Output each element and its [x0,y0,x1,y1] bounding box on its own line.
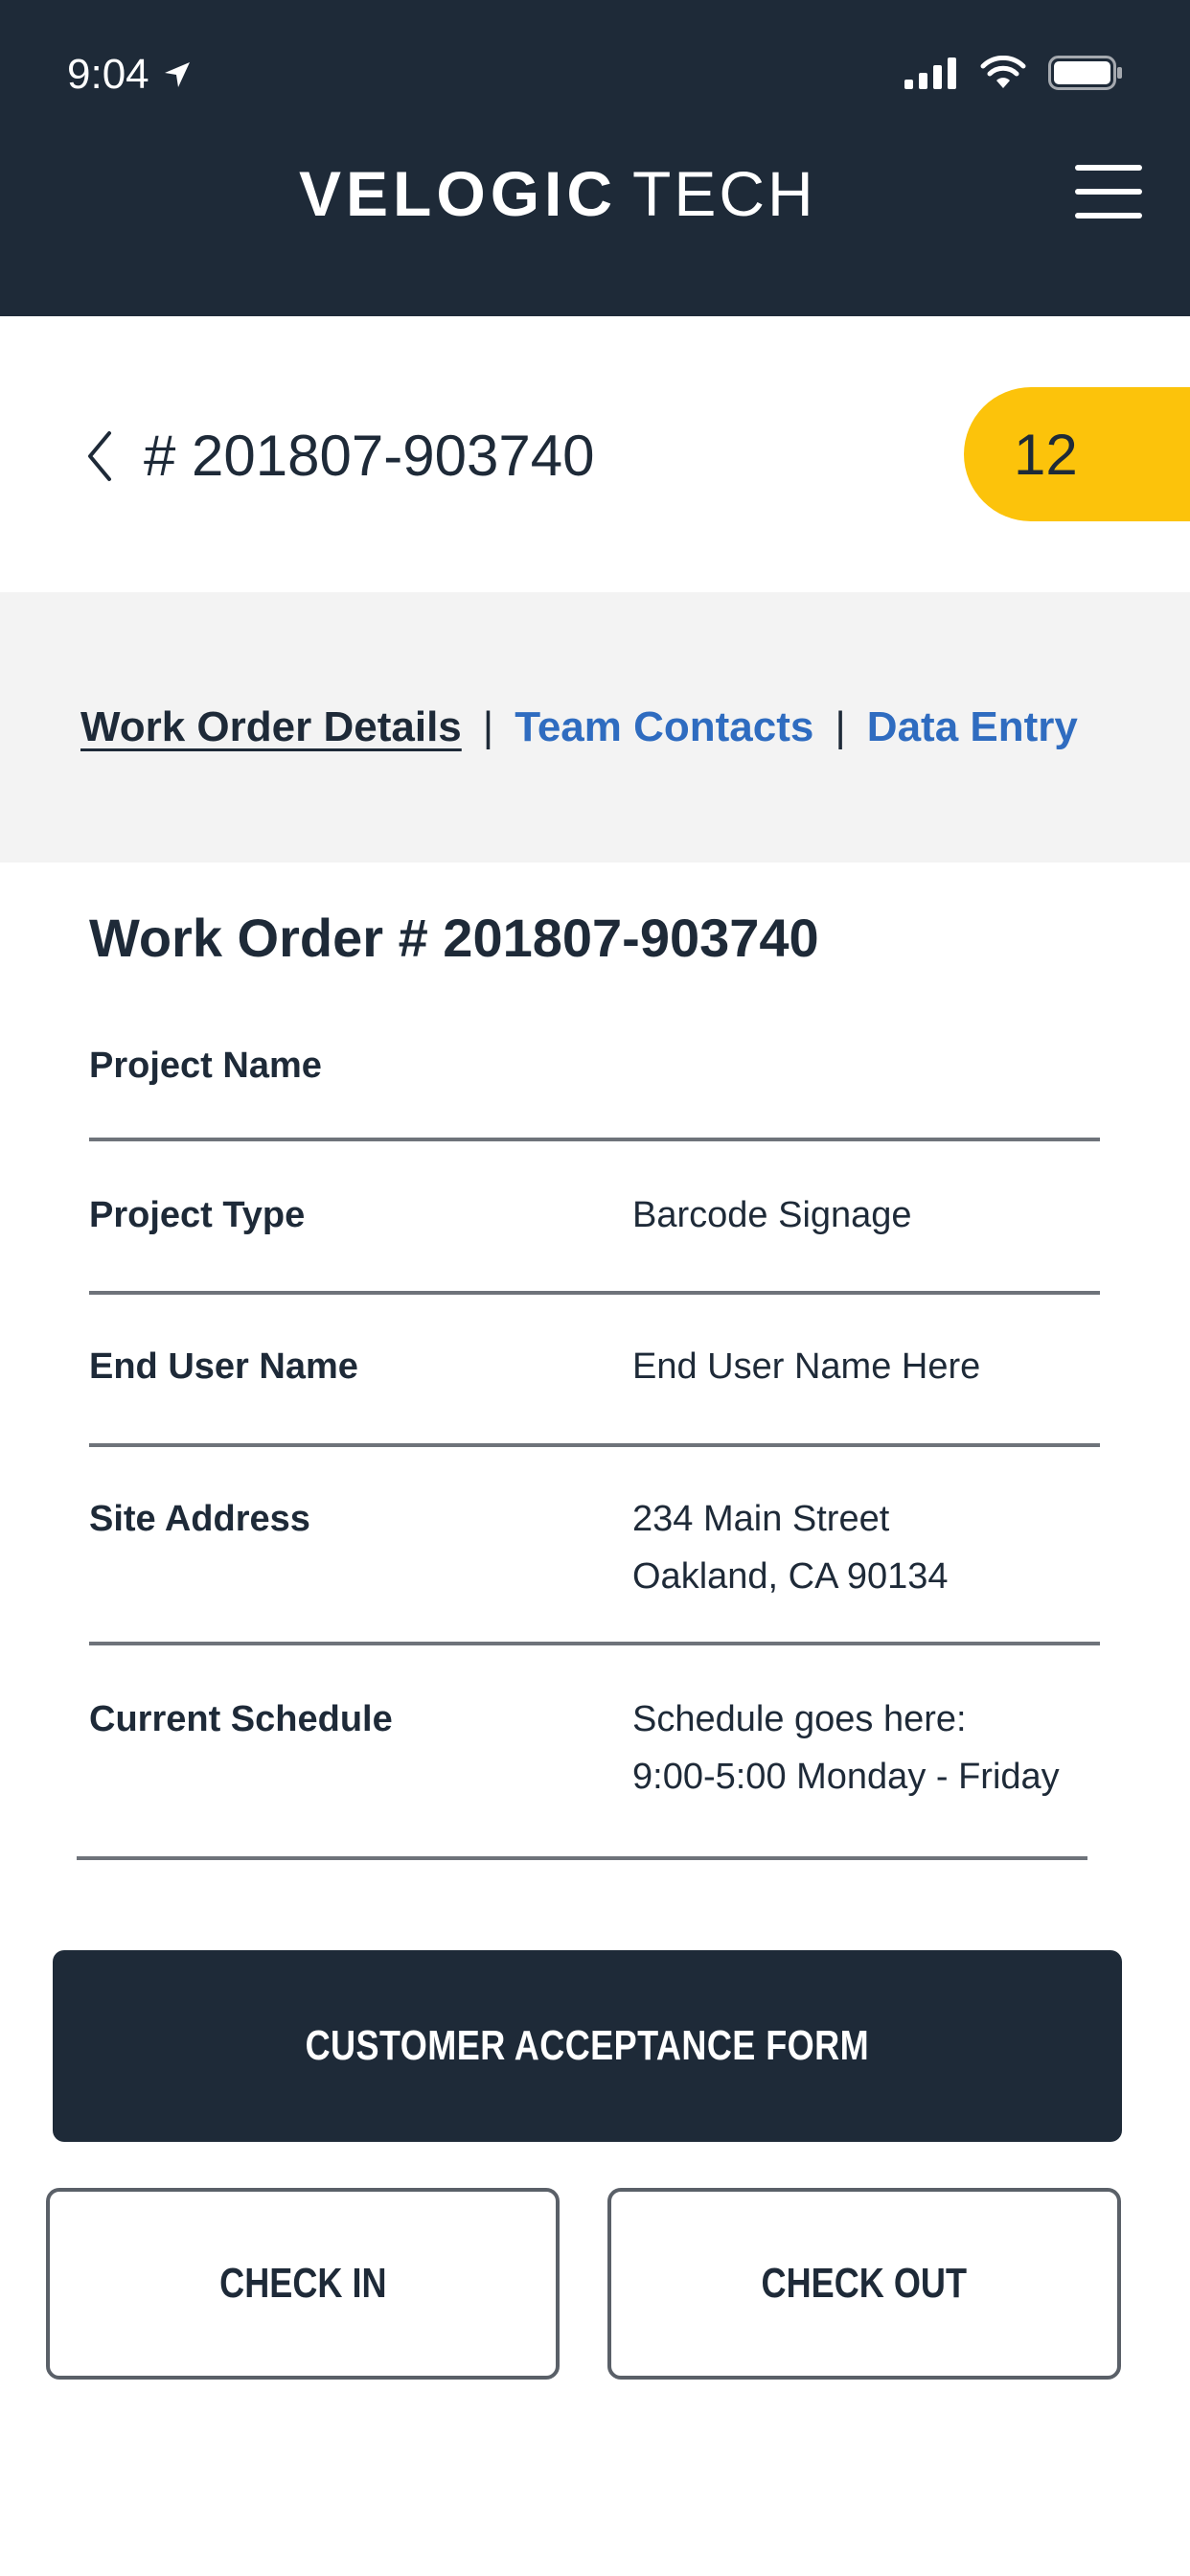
detail-row-project-name: Project Name [89,1037,1100,1094]
status-bar-time: 9:04 [67,48,192,102]
work-order-title-row: # 201807-903740 12 [0,316,1190,592]
row-divider [89,1443,1100,1447]
brand-name-bold: VELOGIC [299,158,618,229]
customer-acceptance-form-button[interactable]: CUSTOMER ACCEPTANCE FORM [53,1950,1122,2142]
detail-row-current-schedule: Current Schedule Schedule goes here: 9:0… [89,1690,1100,1806]
detail-value: 234 Main Street Oakland, CA 90134 [632,1490,949,1605]
detail-label: Current Schedule [89,1699,393,1739]
detail-label: Project Type [89,1195,306,1235]
address-line-2: Oakland, CA 90134 [632,1556,949,1597]
cellular-signal-icon [904,58,956,89]
page-title: # 201807-903740 [144,424,595,488]
tab-separator: | [482,703,494,750]
customer-acceptance-form-label: CUSTOMER ACCEPTANCE FORM [305,2022,870,2069]
chevron-left-icon[interactable] [80,427,119,485]
row-divider [77,1856,1087,1860]
detail-value: Schedule goes here: 9:00-5:00 Monday - F… [632,1690,1060,1806]
check-in-button[interactable]: CHECK IN [46,2188,560,2380]
hamburger-menu-icon[interactable] [1075,165,1142,218]
app-header: 9:04 VELOGIC TECH [0,0,1190,316]
detail-value: End User Name Here [632,1346,981,1387]
row-divider [89,1138,1100,1141]
tab-bar: Work Order Details | Team Contacts | Dat… [0,592,1190,862]
row-divider [89,1291,1100,1295]
count-badge[interactable]: 12 [964,387,1190,521]
battery-icon [1048,56,1122,90]
detail-row-site-address: Site Address 234 Main Street Oakland, CA… [89,1490,1100,1605]
wifi-icon [980,56,1026,88]
detail-label: End User Name [89,1346,358,1387]
brand-name-light: TECH [632,158,816,229]
status-time-text: 9:04 [67,51,149,98]
tab-team-contacts[interactable]: Team Contacts [515,703,813,751]
brand-logo: VELOGIC TECH [299,155,816,232]
schedule-line-2: 9:00-5:00 Monday - Friday [632,1757,1060,1797]
section-title: Work Order # 201807-903740 [89,908,819,968]
status-bar-icons [904,56,1123,90]
detail-value: Barcode Signage [632,1195,912,1235]
address-line-1: 234 Main Street [632,1499,890,1539]
location-arrow-icon [164,62,190,87]
detail-row-end-user-name: End User Name End User Name Here [89,1338,1100,1395]
tab-separator: | [835,703,846,750]
count-badge-value: 12 [1014,422,1078,487]
check-out-button[interactable]: CHECK OUT [607,2188,1121,2380]
detail-row-project-type: Project Type Barcode Signage [89,1186,1100,1244]
check-in-label: CHECK IN [218,2260,387,2307]
detail-label: Project Name [89,1046,322,1086]
tab-data-entry[interactable]: Data Entry [867,703,1078,751]
schedule-line-1: Schedule goes here: [632,1699,967,1739]
detail-label: Site Address [89,1499,310,1539]
check-out-label: CHECK OUT [761,2260,968,2307]
tab-work-order-details[interactable]: Work Order Details [80,703,462,751]
row-divider [89,1642,1100,1645]
